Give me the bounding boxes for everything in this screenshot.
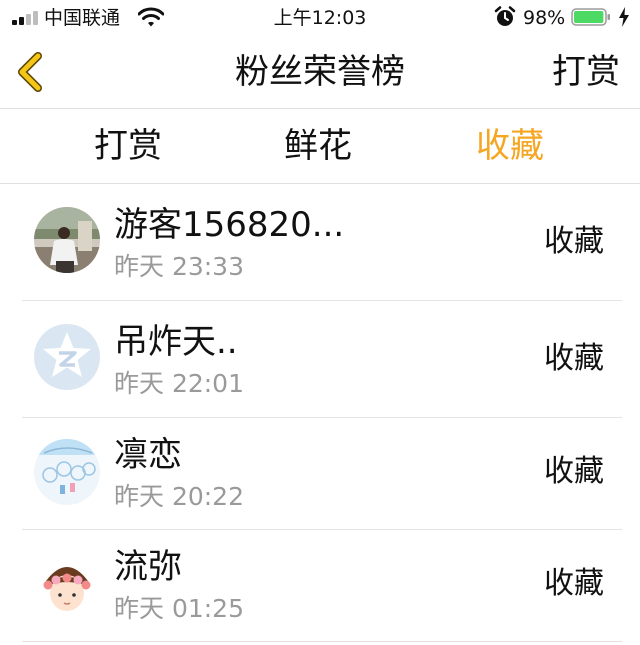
avatar[interactable] bbox=[34, 551, 100, 617]
alarm-icon bbox=[494, 6, 516, 26]
fan-action: 收藏 bbox=[544, 566, 604, 601]
tab-reward[interactable]: 打赏 bbox=[58, 124, 198, 168]
nav-bar: 粉丝荣誉榜 打赏 bbox=[0, 36, 640, 109]
fan-name: 吊炸天.. bbox=[114, 322, 238, 362]
avatar[interactable] bbox=[34, 439, 100, 505]
fan-action: 收藏 bbox=[544, 341, 604, 376]
fan-list: 游客156820... 昨天 23:33 收藏 吊炸天.. 昨天 22:01 收… bbox=[0, 184, 640, 642]
fan-action: 收藏 bbox=[544, 454, 604, 489]
fan-time: 昨天 22:01 bbox=[114, 369, 244, 398]
charging-icon bbox=[619, 7, 629, 27]
list-item[interactable]: 游客156820... 昨天 23:33 收藏 bbox=[22, 184, 622, 301]
fan-action: 收藏 bbox=[544, 224, 604, 259]
fan-time: 昨天 01:25 bbox=[114, 594, 244, 623]
page-title: 粉丝荣誉榜 bbox=[235, 52, 405, 92]
fan-name: 游客156820... bbox=[114, 205, 345, 245]
list-item[interactable]: 流弥 昨天 01:25 收藏 bbox=[22, 530, 622, 642]
status-bar: 中国联通 上午12:03 98% bbox=[0, 0, 640, 36]
battery-icon bbox=[571, 8, 610, 26]
battery-percent: 98% bbox=[523, 7, 566, 29]
fan-time: 昨天 23:33 bbox=[114, 252, 244, 281]
tab-flowers[interactable]: 鲜花 bbox=[248, 124, 388, 168]
fan-name: 流弥 bbox=[114, 547, 182, 587]
tab-favorites[interactable]: 收藏 bbox=[440, 124, 580, 168]
list-item[interactable]: 吊炸天.. 昨天 22:01 收藏 bbox=[22, 301, 622, 418]
avatar[interactable] bbox=[34, 207, 100, 273]
reward-button[interactable]: 打赏 bbox=[552, 50, 620, 94]
avatar[interactable] bbox=[34, 324, 100, 390]
list-item[interactable]: 凛恋 昨天 20:22 收藏 bbox=[22, 418, 622, 530]
tab-bar: 打赏 鲜花 收藏 bbox=[0, 109, 640, 184]
fan-name: 凛恋 bbox=[114, 435, 182, 475]
fan-time: 昨天 20:22 bbox=[114, 482, 244, 511]
